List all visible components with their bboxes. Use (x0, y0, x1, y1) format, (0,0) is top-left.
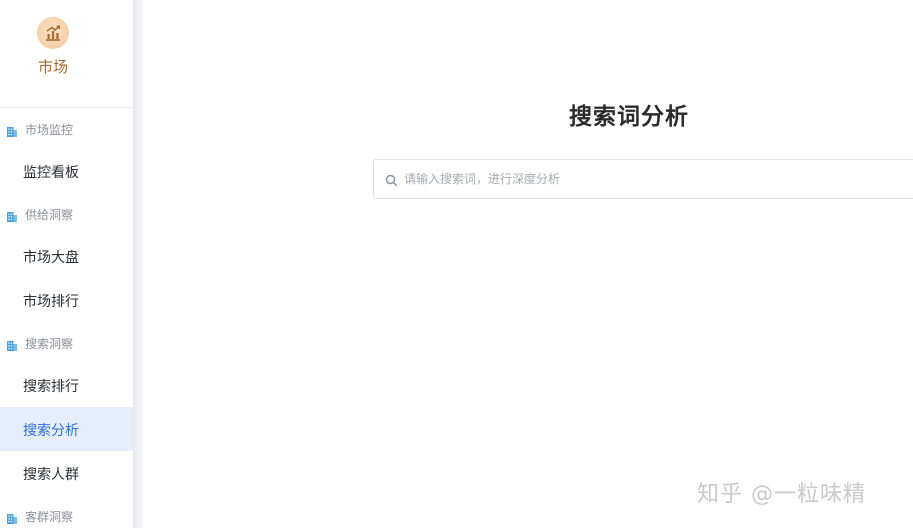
building-icon (6, 123, 18, 142)
nav-group-label: 市场监控 (25, 123, 74, 137)
app-window: 市场 市场监控 监控看板 供给洞察 市场大盘 市场排行 搜索洞察 搜索排行 搜索… (0, 0, 913, 528)
sidebar-item-label: 搜索排行 (23, 379, 79, 395)
brand-header: 市场 (0, 0, 133, 108)
page-title: 搜索词分析 (569, 104, 689, 130)
sidebar-item-label: 市场排行 (23, 294, 79, 310)
sidebar-item-market-overview[interactable]: 市场大盘 (0, 234, 133, 278)
sidebar-item-label: 市场大盘 (23, 250, 79, 266)
sidebar-item-monitor-board[interactable]: 监控看板 (0, 149, 133, 193)
nav-group-label: 供给洞察 (25, 208, 74, 222)
building-icon (6, 208, 18, 227)
sidebar-item-label: 搜索人群 (23, 467, 79, 483)
sidebar-item-search-ranking[interactable]: 搜索排行 (0, 363, 133, 407)
building-icon (6, 337, 18, 356)
nav-group-search-insight: 搜索洞察 (0, 332, 133, 354)
search-box[interactable] (373, 159, 913, 199)
bar-chart-icon (37, 17, 69, 49)
nav-group-label: 客群洞察 (25, 510, 74, 524)
nav-group-customer-insight: 客群洞察 (0, 505, 133, 527)
sidebar-item-market-ranking[interactable]: 市场排行 (0, 278, 133, 322)
sidebar-item-label: 搜索分析 (23, 423, 79, 439)
building-icon (6, 510, 18, 528)
sidebar-item-search-analysis[interactable]: 搜索分析 (0, 407, 133, 451)
sidebar-divider (134, 0, 143, 528)
search-input[interactable] (404, 160, 904, 198)
brand-title: 市场 (37, 58, 68, 76)
nav-group-label: 搜索洞察 (25, 337, 74, 351)
watermark: 知乎 @一粒味精 (697, 482, 866, 507)
nav-group-supply-insight: 供给洞察 (0, 203, 133, 225)
search-icon (385, 172, 398, 191)
sidebar-item-label: 监控看板 (23, 165, 79, 181)
nav-group-market-monitor: 市场监控 (0, 118, 133, 140)
sidebar-item-search-audience[interactable]: 搜索人群 (0, 451, 133, 495)
sidebar: 市场 市场监控 监控看板 供给洞察 市场大盘 市场排行 搜索洞察 搜索排行 搜索… (0, 0, 134, 528)
